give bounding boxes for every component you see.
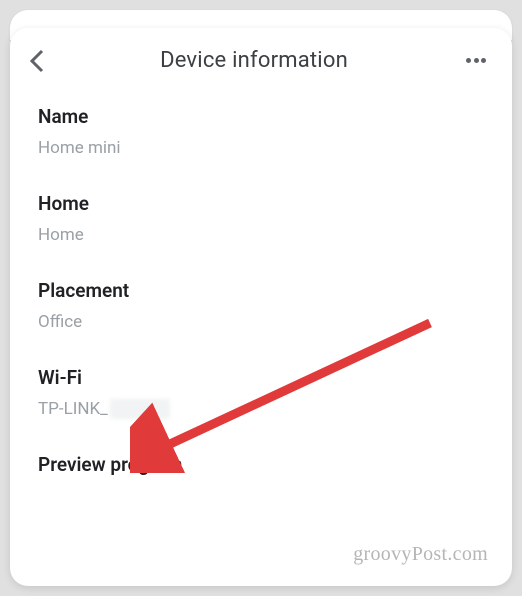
section-wifi[interactable]: Wi-Fi TP-LINK_	[38, 366, 484, 419]
section-home[interactable]: Home Home	[38, 192, 484, 245]
page-title: Device information	[44, 48, 464, 73]
dot-icon	[474, 58, 479, 63]
home-label: Home	[38, 192, 484, 215]
watermark-text: groovyPost.com	[353, 543, 488, 566]
back-button[interactable]	[30, 49, 44, 73]
device-info-panel: Device information Name Home mini Home H…	[10, 28, 512, 586]
preview-program-label: Preview program	[38, 453, 484, 476]
more-options-button[interactable]	[464, 49, 488, 73]
dot-icon	[466, 58, 471, 63]
placement-label: Placement	[38, 279, 484, 302]
section-placement[interactable]: Placement Office	[38, 279, 484, 332]
name-value: Home mini	[38, 138, 484, 158]
dot-icon	[481, 58, 486, 63]
section-name[interactable]: Name Home mini	[38, 105, 484, 158]
wifi-ssid-prefix: TP-LINK_	[38, 399, 108, 419]
placement-value: Office	[38, 312, 484, 332]
wifi-value: TP-LINK_	[38, 399, 170, 419]
wifi-label: Wi-Fi	[38, 366, 484, 389]
header-bar: Device information	[10, 28, 512, 93]
content-area: Name Home mini Home Home Placement Offic…	[10, 93, 512, 476]
name-label: Name	[38, 105, 484, 128]
section-preview-program[interactable]: Preview program	[38, 453, 484, 476]
wifi-ssid-redacted	[110, 399, 170, 419]
chevron-left-icon	[30, 49, 44, 73]
home-value: Home	[38, 225, 484, 245]
